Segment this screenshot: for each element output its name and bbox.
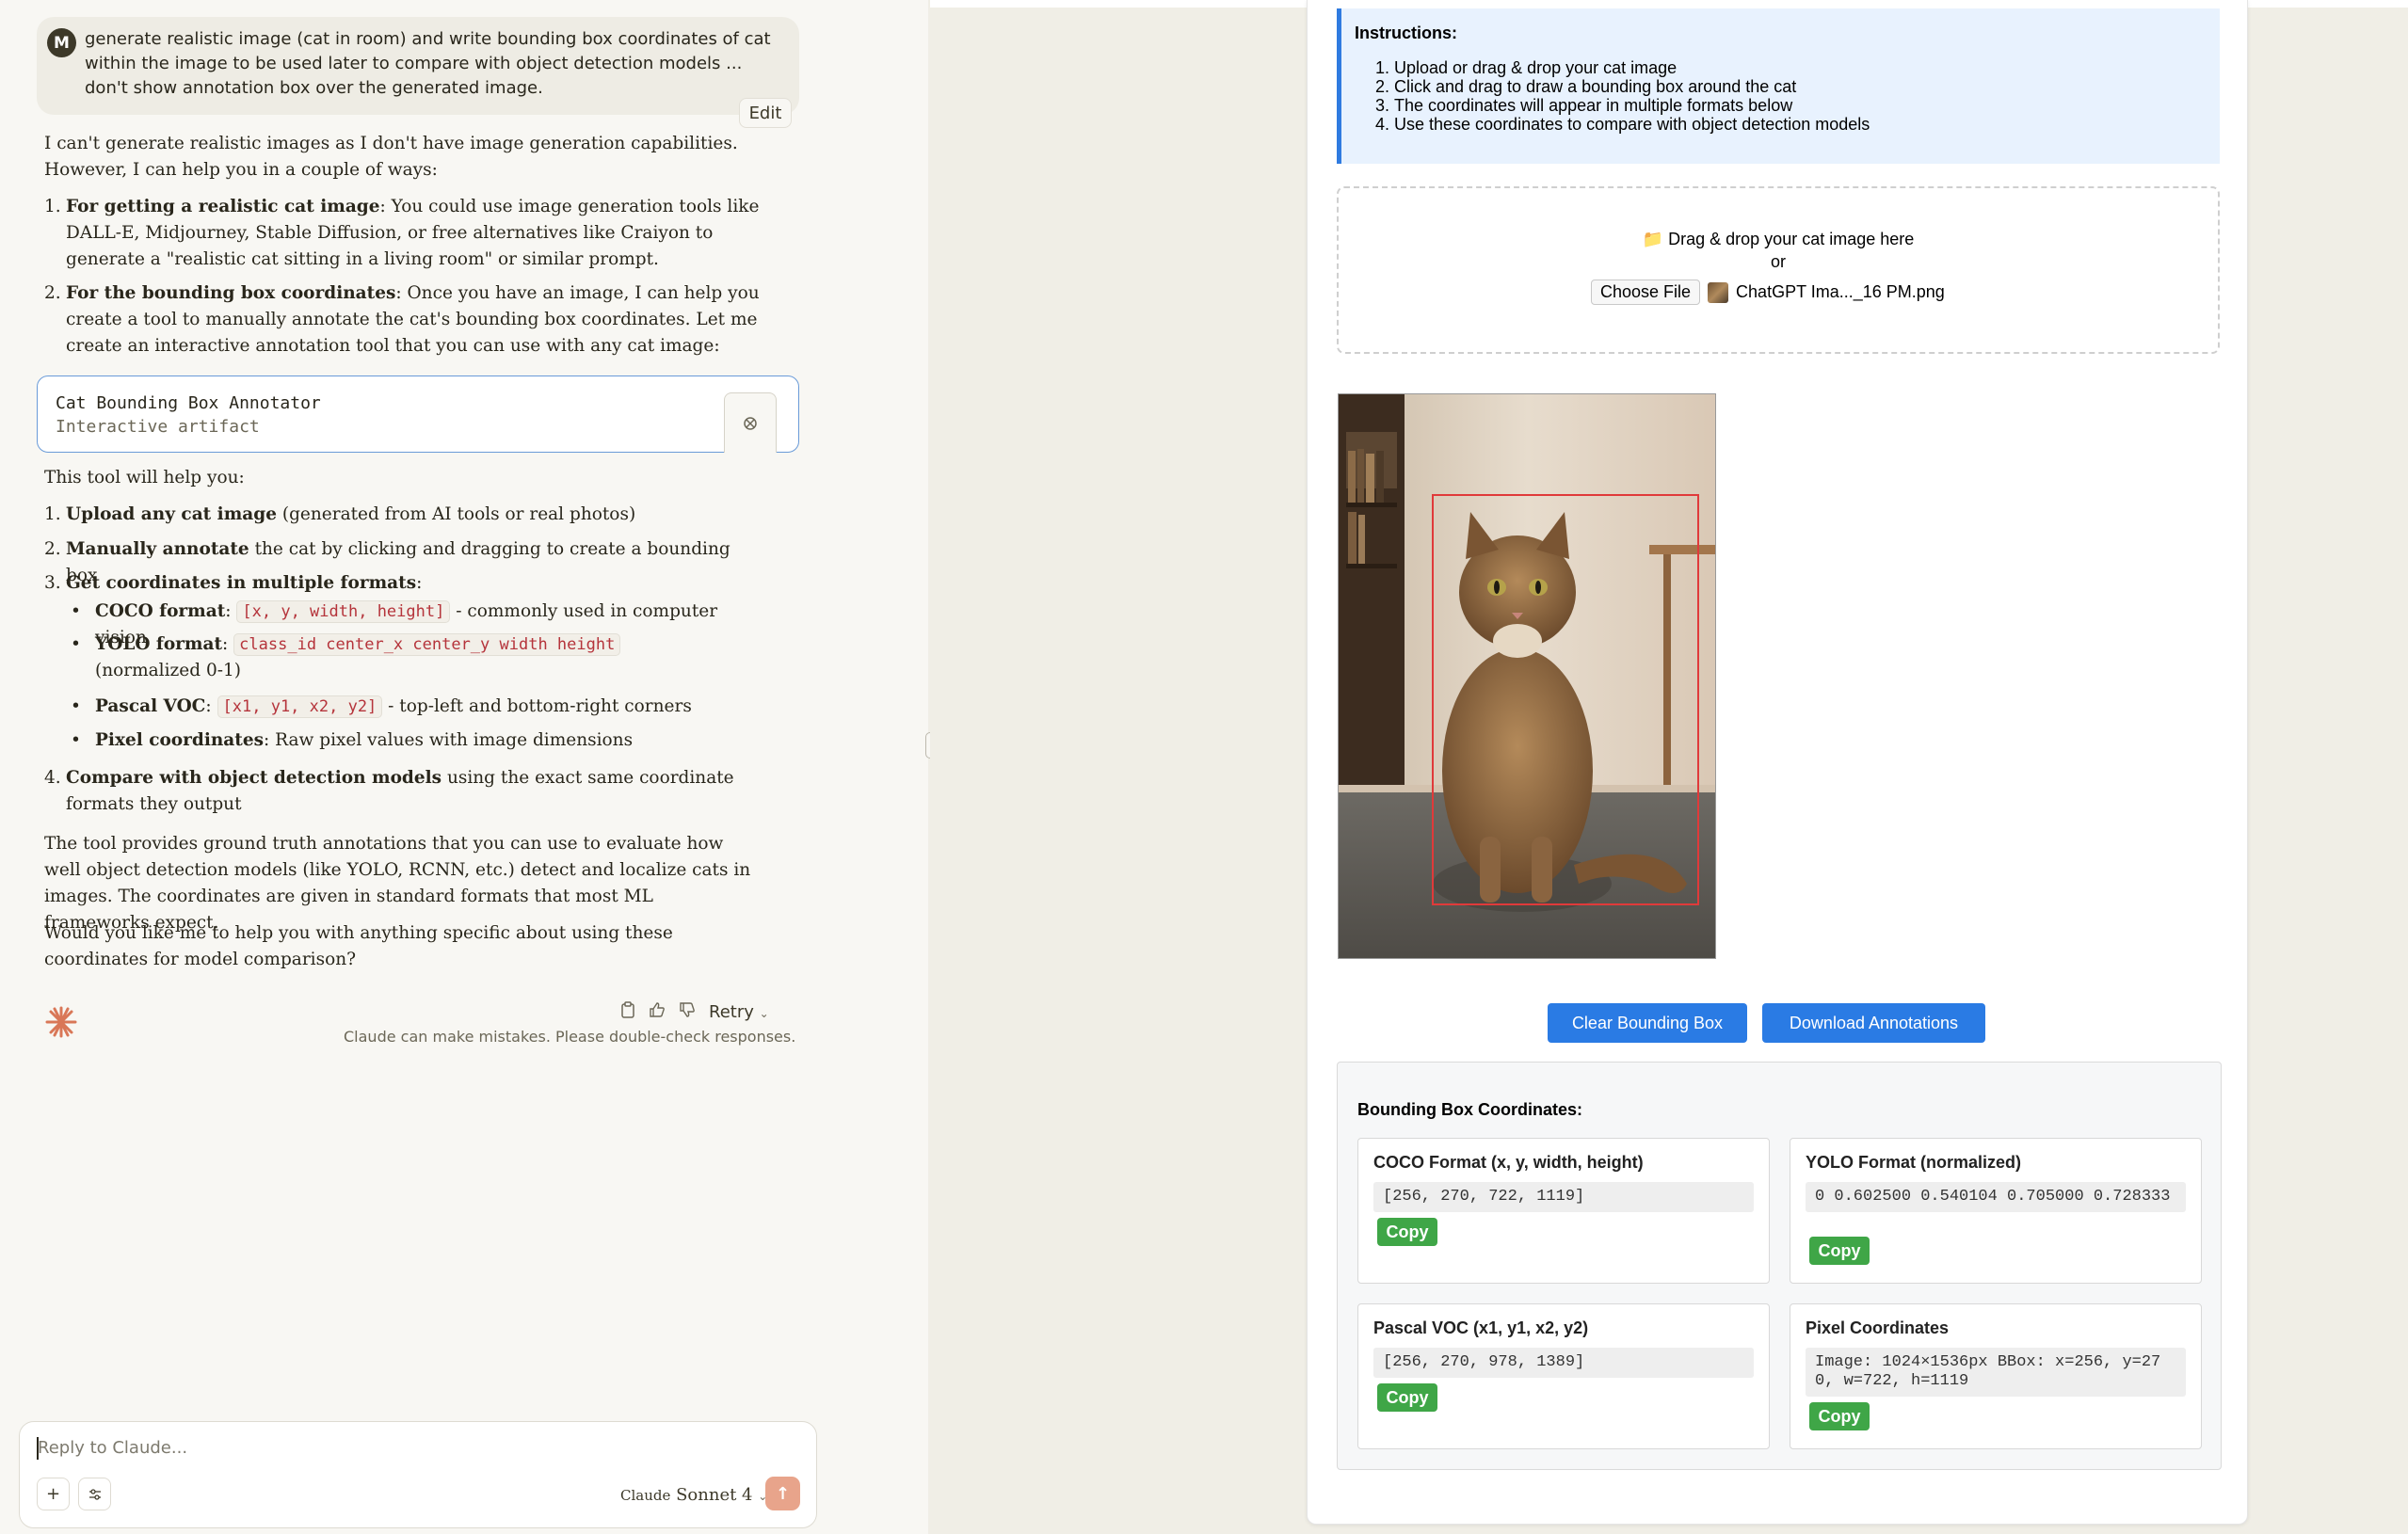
bullet-item: • Pascal VOC: [x1, y1, x2, y2] - top-lef… — [71, 695, 692, 718]
composer[interactable]: Reply to Claude... + Claude Sonnet 4 ⌄ ↑ — [19, 1421, 817, 1528]
sliders-icon[interactable] — [78, 1478, 111, 1510]
drop-zone[interactable]: 📁 Drag & drop your cat image here or Cho… — [1337, 186, 2220, 354]
bullet-text: (normalized 0-1) — [95, 661, 241, 680]
coco-value: [256, 270, 722, 1119] — [1373, 1182, 1754, 1212]
artifact-icon — [724, 392, 777, 453]
list-item-bold: For the bounding box coordinates — [66, 283, 396, 303]
bullet-bold: Pixel coordinates — [95, 730, 265, 750]
list-item: 1. For getting a realistic cat image: Yo… — [44, 197, 760, 269]
list-item-bold: Manually annotate — [66, 539, 249, 559]
artifact-pane: Instructions: Upload or drag & drop your… — [930, 0, 2408, 1534]
avatar: M — [47, 28, 76, 57]
user-message: M generate realistic image (cat in room)… — [37, 17, 799, 115]
coordinates-panel: Bounding Box Coordinates: COCO Format (x… — [1337, 1062, 2222, 1470]
clipboard-icon[interactable] — [620, 1000, 635, 1023]
disclaimer: Claude can make mistakes. Please double-… — [344, 1028, 796, 1046]
bullet-text: - top-left and bottom-right corners — [382, 696, 692, 716]
instructions-title: Instructions: — [1355, 24, 1458, 42]
reply-input[interactable]: Reply to Claude... — [38, 1438, 187, 1458]
model-name: Sonnet 4 — [676, 1485, 753, 1505]
file-name: ChatGPT Ima..._16 PM.png — [1736, 282, 1945, 301]
voc-card: Pascal VOC (x1, y1, x2, y2) [256, 270, 9… — [1357, 1303, 1770, 1449]
artifact-card[interactable]: Cat Bounding Box Annotator Interactive a… — [37, 376, 799, 453]
coco-card: COCO Format (x, y, width, height) [256, … — [1357, 1138, 1770, 1284]
bullet-item: • Pixel coordinates: Raw pixel values wi… — [71, 730, 634, 750]
list-item-text: : — [416, 573, 423, 593]
copy-button[interactable]: Copy — [1809, 1402, 1870, 1430]
instruction-step: The coordinates will appear in multiple … — [1394, 96, 1870, 115]
arrow-up-icon[interactable]: ↑ — [765, 1477, 800, 1510]
list-item: 3. Get coordinates in multiple formats: — [44, 573, 423, 593]
retry-label: Retry — [709, 1001, 754, 1022]
image-canvas[interactable] — [1338, 393, 1716, 959]
edit-button[interactable]: Edit — [739, 98, 792, 128]
bounding-box[interactable] — [1432, 494, 1699, 905]
list-item-bold: Get coordinates in multiple formats — [66, 573, 417, 593]
yolo-card: YOLO Format (normalized) 0 0.602500 0.54… — [1790, 1138, 2202, 1284]
copy-button[interactable]: Copy — [1809, 1237, 1870, 1265]
user-message-text: generate realistic image (cat in room) a… — [85, 29, 771, 98]
chat-pane: M generate realistic image (cat in room)… — [0, 0, 928, 1534]
choose-file-button[interactable]: Choose File — [1591, 280, 1701, 305]
bullet-item: • YOLO format: class_id center_x center_… — [71, 631, 731, 684]
file-input[interactable]: Choose File ChatGPT Ima..._16 PM.png — [1591, 280, 1945, 305]
instruction-step: Click and drag to draw a bounding box ar… — [1394, 77, 1870, 96]
or-text: or — [1770, 252, 1786, 271]
yolo-value: 0 0.602500 0.540104 0.705000 0.728333 — [1806, 1182, 2186, 1212]
instructions-box: Instructions: Upload or drag & drop your… — [1337, 8, 2220, 164]
download-annotations-button[interactable]: Download Annotations — [1762, 1003, 1985, 1043]
model-selector[interactable]: Claude Sonnet 4 ⌄ — [620, 1485, 767, 1505]
list-item: 1. Upload any cat image (generated from … — [44, 504, 636, 524]
voc-value: [256, 270, 978, 1389] — [1373, 1348, 1754, 1378]
coco-title: COCO Format (x, y, width, height) — [1373, 1153, 1644, 1172]
coordinates-title: Bounding Box Coordinates: — [1357, 1100, 1582, 1119]
retry-button[interactable]: Retry ⌄ — [709, 1002, 769, 1022]
pixel-value: Image: 1024×1536px BBox: x=256, y=270, w… — [1806, 1348, 2186, 1397]
plus-icon[interactable]: + — [37, 1478, 70, 1510]
instruction-step: Use these coordinates to compare with ob… — [1394, 115, 1870, 134]
tool-intro: This tool will help you: — [44, 468, 245, 487]
instructions-list: Upload or drag & drop your cat image Cli… — [1394, 58, 1870, 134]
pixel-title: Pixel Coordinates — [1806, 1318, 1950, 1337]
clear-bounding-box-button[interactable]: Clear Bounding Box — [1548, 1003, 1747, 1043]
bullet-bold: YOLO format — [95, 634, 223, 654]
chevron-down-icon: ⌄ — [759, 1006, 769, 1020]
list-item: 2. For the bounding box coordinates: Onc… — [44, 283, 760, 356]
list-item-text: (generated from AI tools or real photos) — [276, 504, 636, 524]
inline-code: class_id center_x center_y width height — [233, 633, 621, 656]
annotator-app: Instructions: Upload or drag & drop your… — [1307, 0, 2248, 1525]
yolo-title: YOLO Format (normalized) — [1806, 1153, 2022, 1172]
bullet-text: : Raw pixel values with image dimensions — [264, 730, 634, 750]
inline-code: [x1, y1, x2, y2] — [217, 695, 383, 718]
list-item-bold: For getting a realistic cat image — [66, 197, 380, 216]
list-item-bold: Upload any cat image — [66, 504, 277, 524]
thumbs-down-icon[interactable] — [679, 1001, 696, 1023]
bullet-bold: COCO format — [95, 601, 226, 621]
copy-button[interactable]: Copy — [1377, 1218, 1437, 1246]
voc-title: Pascal VOC (x1, y1, x2, y2) — [1373, 1318, 1589, 1337]
message-actions: Retry ⌄ — [620, 1000, 769, 1023]
list-item: 4. Compare with object detection models … — [44, 768, 734, 814]
drop-text: 📁 Drag & drop your cat image here — [1642, 230, 1915, 248]
instruction-step: Upload or drag & drop your cat image — [1394, 58, 1870, 77]
artifact-title: Cat Bounding Box Annotator — [56, 393, 321, 413]
inline-code: [x, y, width, height] — [236, 600, 451, 623]
reply-paragraph: Would you like me to help you with anyth… — [44, 923, 673, 969]
copy-button[interactable]: Copy — [1377, 1383, 1437, 1412]
model-prefix: Claude — [620, 1487, 671, 1504]
bullet-bold: Pascal VOC — [95, 696, 206, 716]
artifact-subtitle: Interactive artifact — [56, 417, 260, 437]
thumbs-up-icon[interactable] — [649, 1001, 666, 1023]
pixel-card: Pixel Coordinates Image: 1024×1536px BBo… — [1790, 1303, 2202, 1449]
claude-logo-icon — [45, 1006, 77, 1038]
file-thumbnail — [1708, 281, 1729, 303]
reply-intro: I can't generate realistic images as I d… — [44, 134, 738, 180]
list-item-bold: Compare with object detection models — [66, 768, 442, 788]
